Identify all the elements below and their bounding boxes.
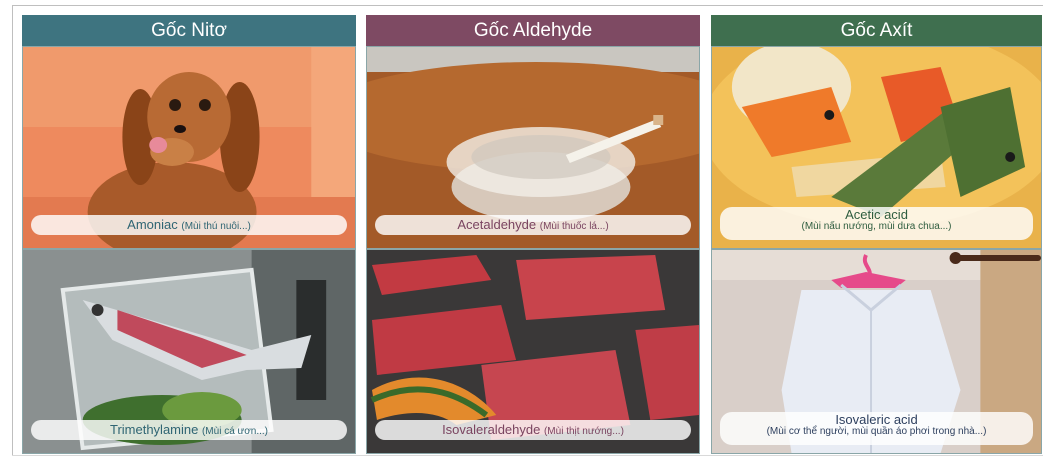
caption-subtitle: (Mùi nấu nướng, mùi dưa chua...): [801, 220, 952, 232]
caption: Isovaleraldehyde (Mùi thịt nướng...): [375, 420, 691, 440]
column-header: Gốc Aldehyde: [366, 15, 700, 46]
column-nitrogen: Gốc Nitơ Amoniac (Mùi thú nuôi...) Trime…: [22, 15, 356, 454]
frame-top-line: [12, 5, 1043, 6]
tile-amoniac: Amoniac (Mùi thú nuôi...): [22, 46, 356, 249]
tile-isovaleric-acid: Isovaleric acid (Mùi cơ thể người, mùi q…: [711, 249, 1042, 454]
tile-isovaleraldehyde: Isovaleraldehyde (Mùi thịt nướng...): [366, 249, 700, 454]
caption: Trimethylamine (Mùi cá ươn...): [31, 420, 347, 440]
caption-subtitle: (Mùi cơ thể người, mùi quần áo phơi tron…: [766, 425, 987, 437]
column-aldehyde: Gốc Aldehyde Acetaldehyde (Mùi thuốc lá.…: [366, 15, 700, 454]
caption-title: Amoniac: [127, 217, 182, 232]
column-header: Gốc Axít: [711, 15, 1042, 46]
caption-title: Isovaleraldehyde: [442, 422, 544, 437]
caption: Isovaleric acid (Mùi cơ thể người, mùi q…: [720, 412, 1033, 445]
caption-title: Acetaldehyde: [457, 217, 540, 232]
caption: Amoniac (Mùi thú nuôi...): [31, 215, 347, 235]
caption-subtitle: (Mùi thuốc lá...): [539, 221, 609, 232]
tile-acetic-acid: Acetic acid (Mùi nấu nướng, mùi dưa chua…: [711, 46, 1042, 249]
frame-left-line: [12, 5, 13, 456]
caption-title: Isovaleric acid: [835, 412, 918, 427]
caption-title: Acetic acid: [845, 207, 908, 222]
caption-subtitle: (Mùi thịt nướng...): [543, 426, 624, 437]
caption: Acetic acid (Mùi nấu nướng, mùi dưa chua…: [720, 207, 1033, 240]
tile-trimethylamine: Trimethylamine (Mùi cá ươn...): [22, 249, 356, 454]
tile-acetaldehyde: Acetaldehyde (Mùi thuốc lá...): [366, 46, 700, 249]
column-acid: Gốc Axít Acetic acid (Mùi nấu nướng, mùi…: [711, 15, 1042, 454]
frame-bottom-line: [12, 455, 1043, 456]
column-header: Gốc Nitơ: [22, 15, 356, 46]
caption-title: Trimethylamine: [109, 422, 202, 437]
caption-subtitle: (Mùi thú nuôi...): [181, 221, 251, 232]
caption: Acetaldehyde (Mùi thuốc lá...): [375, 215, 691, 235]
caption-subtitle: (Mùi cá ươn...): [201, 426, 269, 437]
